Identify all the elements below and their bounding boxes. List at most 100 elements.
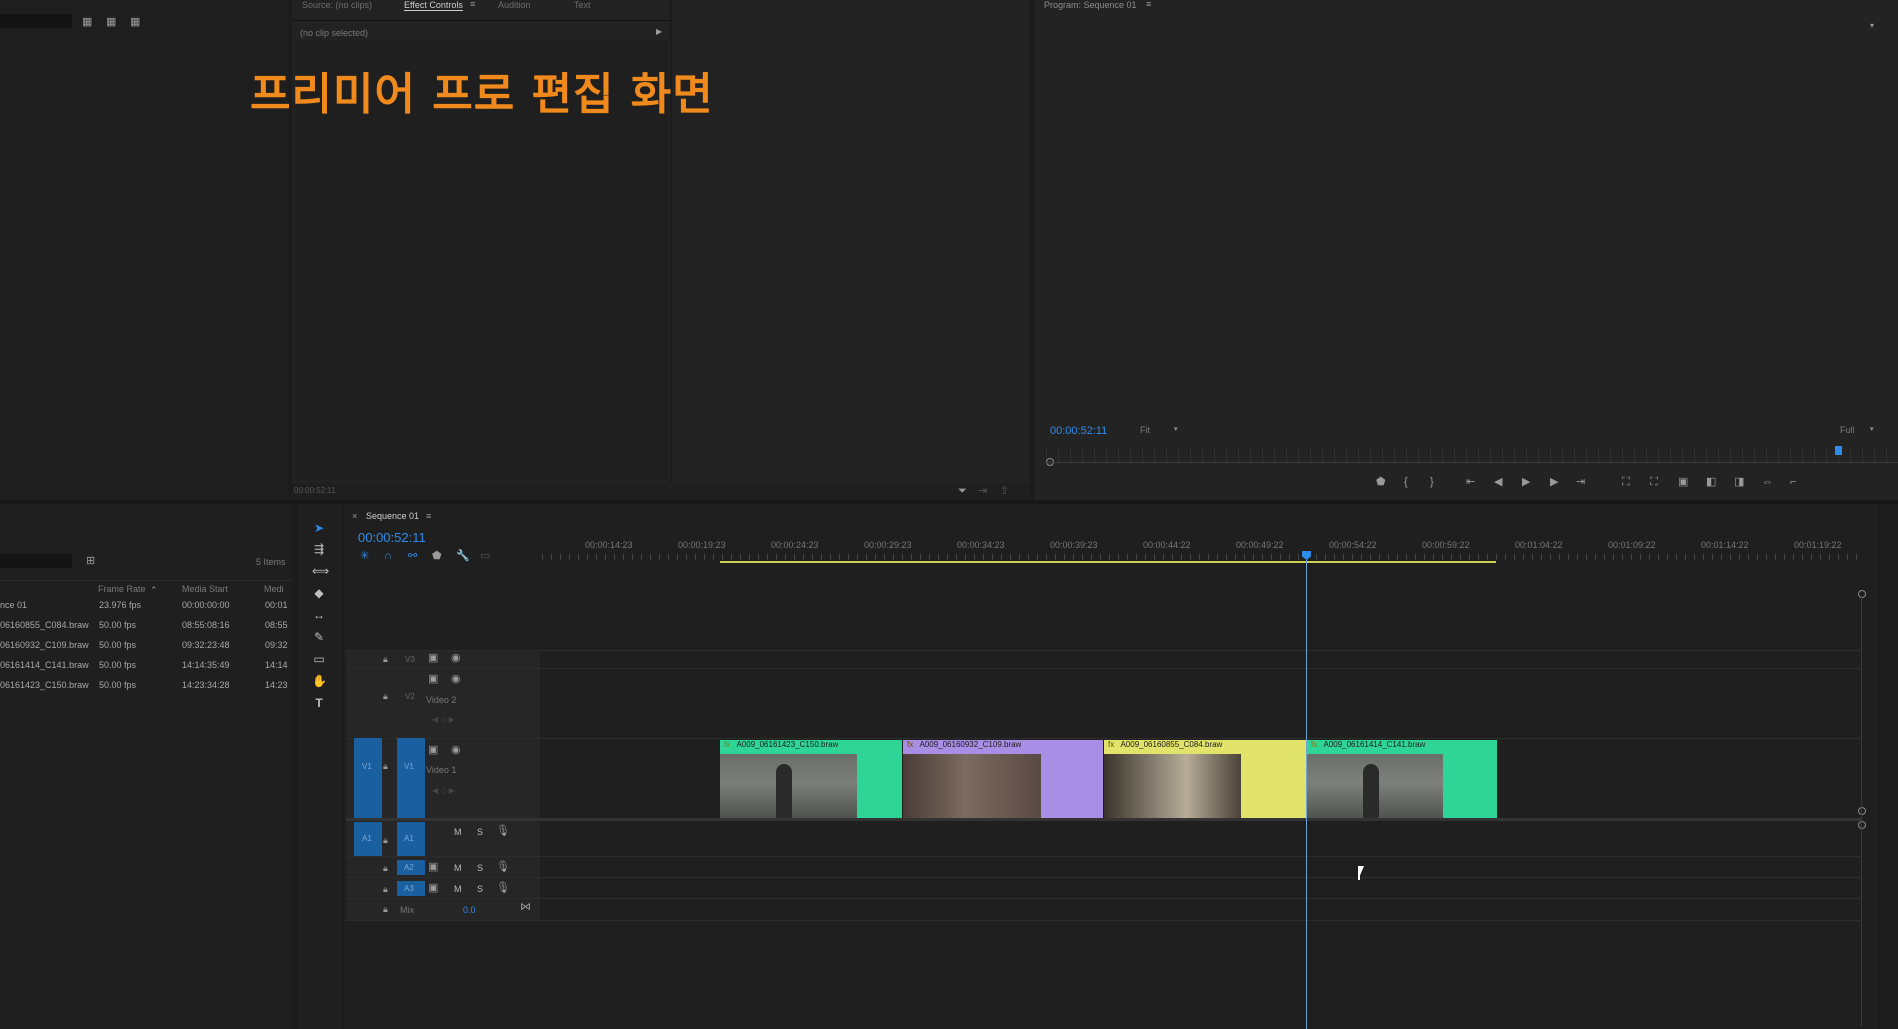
v2-eye-icon[interactable]: ◉ (451, 673, 461, 685)
v1-lock-icon[interactable]: 🔒︎ (383, 760, 388, 772)
lift-icon[interactable]: ⛶ (1622, 476, 1630, 488)
project-row[interactable]: nce 01 23.976 fps 00:00:00:00 00:01 (0, 596, 290, 616)
a3-mic-icon[interactable]: 🎙︎ (496, 882, 510, 894)
mark-out-icon[interactable]: } (1430, 476, 1434, 488)
step-back-icon[interactable]: ◀ (1494, 476, 1502, 488)
v1-sync-icon[interactable]: ▣ (428, 744, 438, 756)
v2-keyframe-nav-icon[interactable]: ◀ ◇ ▶ (432, 714, 455, 726)
share-icon[interactable]: ⇪ (1000, 485, 1009, 497)
overwrite-icon[interactable]: ◨ (1734, 476, 1744, 488)
tab-effect-controls[interactable]: Effect Controls (404, 0, 463, 11)
v3-eye-icon[interactable]: ◉ (451, 652, 461, 664)
extract-icon[interactable]: ⛶ (1650, 476, 1658, 488)
v3-label[interactable]: V3 (405, 655, 415, 664)
sort-chevron-up-icon[interactable]: ⌃ (150, 584, 158, 596)
program-scrubber-ticks[interactable] (1046, 448, 1898, 462)
video-clip[interactable]: fx A009_06161414_C141.braw (1307, 740, 1497, 818)
project-row[interactable]: 06160855_C084.braw 50.00 fps 08:55:08:16… (0, 616, 290, 636)
type-tool-icon[interactable]: T (312, 696, 326, 710)
video-clip[interactable]: fx A009_06160855_C084.braw (1104, 740, 1306, 818)
v3-sync-icon[interactable]: ▣ (428, 652, 438, 664)
a3-sync-icon[interactable]: ▣ (428, 882, 438, 894)
add-marker-icon[interactable]: ⬟ (1376, 476, 1386, 488)
v2-label[interactable]: V2 (405, 692, 415, 701)
timeline-ruler[interactable] (542, 534, 1858, 562)
insert-icon[interactable]: ◧ (1706, 476, 1716, 488)
timeline-vscroll-top[interactable] (1858, 590, 1866, 598)
project-row[interactable]: 06161423_C150.braw 50.00 fps 14:23:34:28… (0, 676, 290, 696)
snap-magnet-icon[interactable]: ∩ (384, 550, 392, 562)
trim-icon[interactable]: ⇔ (1762, 476, 1773, 488)
v3-lock-icon[interactable]: 🔒︎ (383, 653, 388, 665)
timeline-timecode[interactable]: 00:00:52:11 (358, 530, 426, 545)
mark-in-icon[interactable]: { (1404, 476, 1408, 488)
fit-chevron-down-icon[interactable]: ▾ (1174, 424, 1178, 436)
project-search-input[interactable] (0, 554, 72, 568)
a2-sync-icon[interactable]: ▣ (428, 861, 438, 873)
razor-tool-icon[interactable]: ◆ (312, 586, 326, 600)
sequence-tab[interactable]: Sequence 01 (366, 511, 419, 521)
program-playhead[interactable] (1835, 446, 1842, 455)
video-clip[interactable]: fx A009_06161423_C150.braw (720, 740, 902, 818)
export-frame-camera-icon[interactable]: ▣ (1678, 476, 1688, 488)
tab-source[interactable]: Source: (no clips) (302, 0, 372, 10)
linked-selection-icon[interactable]: ⚯ (408, 550, 417, 562)
bin-icon[interactable]: ▦ (106, 16, 116, 28)
button-editor-icon[interactable]: ⌐ (1790, 476, 1796, 488)
v1-target-patch[interactable] (397, 738, 425, 818)
project-row[interactable]: 06161414_C141.braw 50.00 fps 14:14:35:49… (0, 656, 290, 676)
selection-tool-icon[interactable]: ➤ (312, 521, 326, 535)
resolution-chevron-down-icon[interactable]: ▾ (1870, 424, 1874, 436)
a3-lock-icon[interactable]: 🔒︎ (383, 883, 388, 895)
fit-dropdown[interactable]: Fit (1140, 425, 1150, 435)
timeline-vscroll-track[interactable] (1861, 596, 1862, 1026)
hand-tool-icon[interactable]: ✋ (312, 674, 327, 688)
program-menu-icon[interactable]: ≡ (1146, 0, 1151, 10)
bin-icon-2[interactable]: ▦ (130, 16, 140, 28)
v2-sync-icon[interactable]: ▣ (428, 673, 438, 685)
v2-lock-icon[interactable]: 🔒︎ (383, 690, 388, 702)
project-search-field[interactable] (0, 14, 72, 28)
project-row[interactable]: 06160932_C109.braw 50.00 fps 09:32:23:48… (0, 636, 290, 656)
captions-icon[interactable]: ▭ (480, 550, 490, 562)
mix-end-icon[interactable]: ⋈ (520, 901, 531, 913)
pen-tool-icon[interactable]: ✎ (312, 630, 326, 644)
a1-mute-button[interactable]: M (454, 827, 462, 837)
v1-eye-icon[interactable]: ◉ (451, 744, 461, 756)
v1-source-patch[interactable] (354, 738, 382, 818)
wrench-icon[interactable]: 🔧 (456, 550, 470, 562)
export-icon[interactable]: ⇥ (978, 485, 987, 497)
sequence-menu-icon[interactable]: ≡ (426, 510, 431, 522)
panel-menu-icon[interactable]: ≡ (470, 0, 475, 10)
timeline-vscroll-mid[interactable] (1858, 807, 1866, 815)
a2-lock-icon[interactable]: 🔒︎ (383, 862, 388, 874)
track-select-tool-icon[interactable]: ⇶ (312, 542, 326, 556)
program-timecode[interactable]: 00:00:52:11 (1050, 425, 1107, 437)
expand-arrow-icon[interactable]: ▶ (656, 26, 662, 38)
bin-search-icon[interactable]: ⊞ (86, 555, 95, 567)
a1-mic-icon[interactable]: 🎙︎ (496, 825, 510, 837)
column-media-start[interactable]: Media Start (182, 584, 228, 594)
a2-mic-icon[interactable]: 🎙︎ (496, 861, 510, 873)
a1-lock-icon[interactable]: 🔒︎ (383, 834, 388, 846)
a2-solo-button[interactable]: S (477, 863, 483, 873)
go-to-in-icon[interactable]: ⇤ (1466, 476, 1475, 488)
nest-icon[interactable]: ✳ (360, 550, 369, 562)
a3-solo-button[interactable]: S (477, 884, 483, 894)
close-sequence-icon[interactable]: × (352, 510, 357, 522)
timeline-vscroll-audio[interactable] (1858, 821, 1866, 829)
go-to-out-icon[interactable]: ⇥ (1576, 476, 1585, 488)
resolution-dropdown[interactable]: Full (1840, 425, 1855, 435)
a1-solo-button[interactable]: S (477, 827, 483, 837)
program-settings-arrow-icon[interactable]: ▾ (1870, 20, 1874, 32)
ripple-edit-tool-icon[interactable]: ⟺ (312, 564, 329, 578)
slip-tool-icon[interactable]: ↔ (312, 608, 326, 622)
a3-mute-button[interactable]: M (454, 884, 462, 894)
step-forward-icon[interactable]: ▶ (1550, 476, 1558, 488)
work-area-bar[interactable] (720, 561, 1496, 563)
filter-icon[interactable]: ⏷ (958, 485, 967, 497)
mix-value[interactable]: 0.0 (463, 905, 476, 915)
v1-keyframe-nav-icon[interactable]: ◀ ◇ ▶ (432, 785, 455, 797)
mix-lock-icon[interactable]: 🔒︎ (383, 903, 388, 915)
play-icon[interactable]: ▶ (1522, 476, 1530, 488)
